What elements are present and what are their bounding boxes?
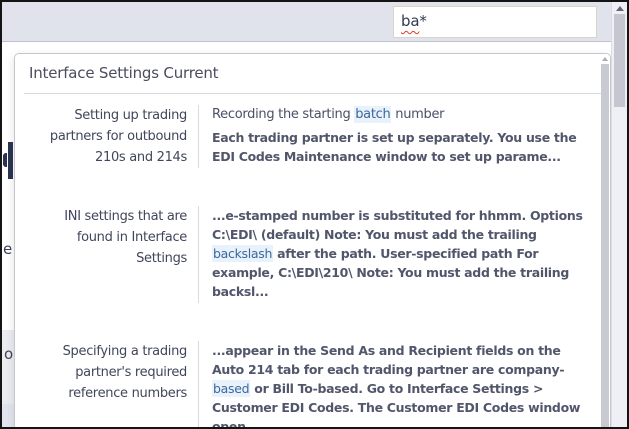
- search-term-highlight: backslash: [212, 245, 273, 262]
- search-term-highlight: batch: [354, 106, 391, 123]
- results-list: Setting up trading partners for outbound…: [15, 99, 610, 427]
- snippet-text: Recording the starting: [212, 107, 354, 122]
- result-snippet: ...appear in the Send As and Recipient f…: [198, 341, 596, 427]
- search-term-highlight: based: [212, 380, 250, 397]
- snippet-text: Each trading partner is set up separatel…: [212, 130, 576, 164]
- scroll-up-arrow-icon[interactable]: [616, 6, 624, 11]
- result-snippet: Recording the starting batch number Each …: [198, 105, 596, 168]
- result-topic-title[interactable]: Specifying a trading partner's required …: [15, 341, 187, 427]
- window-scrollbar[interactable]: [611, 2, 627, 427]
- help-search-screen: e o ba* Interface Settings Current Setti…: [0, 0, 629, 429]
- top-toolbar: ba*: [2, 2, 611, 42]
- search-query-wildcard-text: *: [419, 12, 426, 30]
- background-section: [2, 404, 14, 427]
- panel-scrollbar[interactable]: [601, 54, 609, 427]
- results-category-title: Interface Settings Current: [24, 54, 601, 94]
- result-row[interactable]: INI settings that are found in Interface…: [15, 200, 596, 309]
- result-snippet-body: Each trading partner is set up separatel…: [212, 128, 594, 166]
- background-text-fragment: e: [3, 240, 12, 258]
- snippet-text: or Bill To-based. Go to Interface Settin…: [212, 381, 580, 427]
- snippet-text: ...e-stamped number is substituted for h…: [212, 208, 583, 242]
- result-snippet: ...e-stamped number is substituted for h…: [198, 206, 596, 303]
- result-topic-title[interactable]: INI settings that are found in Interface…: [15, 206, 187, 303]
- search-results-panel: Interface Settings Current Setting up tr…: [14, 53, 611, 427]
- result-snippet-heading: Recording the starting batch number: [212, 105, 594, 124]
- background-glyph-fragment: [3, 153, 7, 167]
- result-row[interactable]: Setting up trading partners for outbound…: [15, 99, 596, 174]
- result-snippet-body: ...e-stamped number is substituted for h…: [212, 206, 594, 301]
- search-query-misspelled-text: ba: [401, 12, 419, 30]
- background-glyph-fragment: [8, 142, 13, 179]
- background-page: e o: [2, 42, 14, 427]
- result-row[interactable]: Specifying a trading partner's required …: [15, 335, 596, 427]
- result-topic-title[interactable]: Setting up trading partners for outbound…: [15, 105, 187, 168]
- snippet-text: number: [391, 107, 444, 122]
- window-scrollbar-thumb[interactable]: [614, 14, 625, 107]
- result-snippet-body: ...appear in the Send As and Recipient f…: [212, 341, 594, 427]
- scroll-up-arrow-icon[interactable]: [602, 57, 608, 61]
- background-text-fragment: o: [4, 345, 13, 363]
- panel-scrollbar-thumb[interactable]: [601, 64, 609, 427]
- search-input[interactable]: ba*: [393, 6, 597, 38]
- snippet-text: ...appear in the Send As and Recipient f…: [212, 343, 564, 377]
